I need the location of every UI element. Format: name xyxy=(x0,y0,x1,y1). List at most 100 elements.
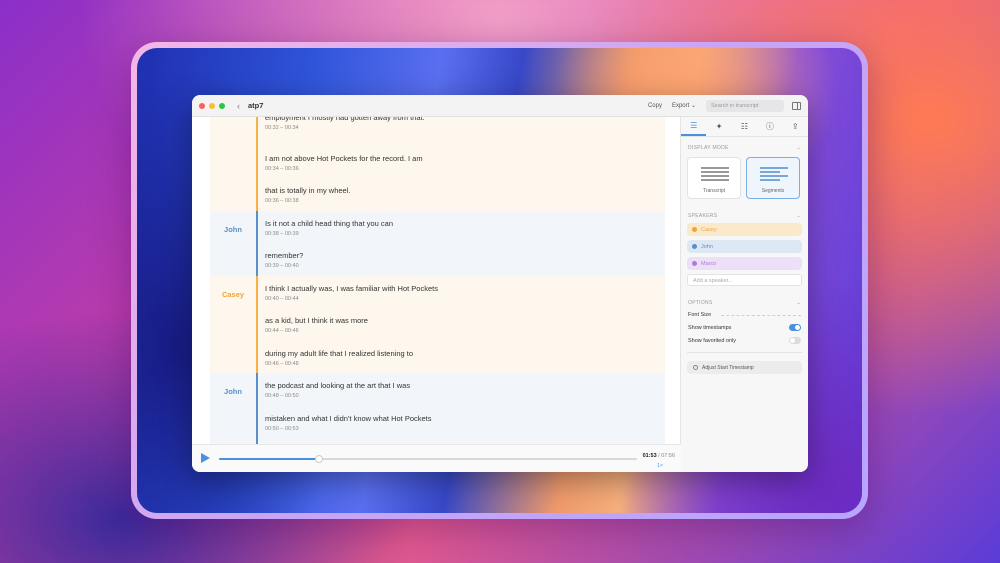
sparkle-icon: ✦ xyxy=(715,122,723,131)
app-window: ‹ atp7 Copy Export ⌄ Search in transcrip… xyxy=(192,95,808,472)
chevron-down-icon: ⌄ xyxy=(690,103,696,109)
copy-button[interactable]: Copy xyxy=(648,103,662,109)
tab-share[interactable]: ⇪ xyxy=(783,117,808,136)
scrubber-track[interactable] xyxy=(219,455,637,463)
transcript-segment[interactable]: John Is it not a child head thing that yo… xyxy=(210,210,665,276)
time-readout: 01:53 / 07:56 xyxy=(642,453,675,459)
lines-icon: ☰ xyxy=(690,121,698,130)
export-button[interactable]: Export ⌄ xyxy=(672,102,696,109)
line-text: that is totally in my wheel. xyxy=(265,186,351,195)
transcript-pane: employment I mostly had gotten away from… xyxy=(192,117,681,472)
transcript-line[interactable]: as a kid, but I think it was more 00:44 –… xyxy=(265,308,665,341)
mode-transcript-option[interactable]: Transcript xyxy=(687,157,741,199)
speaker-chip[interactable]: Casey xyxy=(687,223,802,236)
minimize-button[interactable] xyxy=(209,102,215,109)
device-frame: ‹ atp7 Copy Export ⌄ Search in transcrip… xyxy=(131,42,868,519)
tab-display[interactable]: ☰ xyxy=(681,117,707,136)
speech-bubbles-icon: ☷ xyxy=(740,122,749,131)
tab-info[interactable]: ⓘ xyxy=(757,117,782,136)
transcript-line[interactable]: remember? 00:39 – 00:40 xyxy=(265,243,665,276)
speaker-name[interactable] xyxy=(210,117,256,211)
line-timestamp: 00:44 – 00:46 xyxy=(265,328,299,334)
play-icon[interactable] xyxy=(201,453,210,463)
scrubber-handle[interactable] xyxy=(315,455,324,463)
transcript-segment[interactable]: employment I mostly had gotten away from… xyxy=(210,117,665,211)
transcript-list[interactable]: employment I mostly had gotten away from… xyxy=(210,117,665,444)
window-title: atp7 xyxy=(248,101,264,110)
speaker-name[interactable]: John xyxy=(210,373,256,444)
transcript-line[interactable]: the podcast and looking at the art that … xyxy=(265,373,665,406)
line-text: during my adult life that I realized lis… xyxy=(265,348,413,358)
font-size-slider[interactable] xyxy=(721,314,801,316)
chevron-down-icon: ⌄ xyxy=(796,213,801,219)
speaker-chip-label: Casey xyxy=(701,226,717,233)
line-text: mistaken and what I didn't know what Hot… xyxy=(265,413,432,423)
speaker-name[interactable]: John xyxy=(210,211,256,276)
tab-enhance[interactable]: ✦ xyxy=(706,117,731,136)
line-timestamp: 00:48 – 00:50 xyxy=(265,393,299,399)
current-time: 01:53 xyxy=(642,453,657,459)
line-text: I think I actually was, I was familiar w… xyxy=(265,283,438,293)
speakers-header[interactable]: SPEAKERS ⌄ xyxy=(681,213,808,219)
scrubber-progress xyxy=(219,458,320,460)
font-size-label: Font Size xyxy=(688,312,712,318)
speakers-title: SPEAKERS xyxy=(688,213,718,219)
speaker-color-dot-icon xyxy=(692,227,697,232)
line-text: employment I mostly had gotten away from… xyxy=(265,117,425,122)
audio-player: 01:53 / 07:56 1× xyxy=(192,444,681,472)
title-bar: ‹ atp7 Copy Export ⌄ Search in transcrip… xyxy=(192,95,808,117)
sidebar-toggle-icon[interactable] xyxy=(792,101,801,110)
transcript-line[interactable]: I think I actually was, I was familiar w… xyxy=(265,276,665,309)
show-timestamps-toggle[interactable] xyxy=(789,324,801,331)
speaker-name[interactable]: Casey xyxy=(210,276,256,374)
back-chevron-icon[interactable]: ‹ xyxy=(237,101,240,111)
transcript-line[interactable]: Is it not a child head thing that you ca… xyxy=(265,211,665,244)
line-text: I am not above Hot Pockets for the recor… xyxy=(265,153,423,163)
traffic-lights xyxy=(199,102,225,109)
transcript-segment[interactable]: Casey I think I actually was, I was famil… xyxy=(210,275,665,374)
show-timestamps-label: Show timestamps xyxy=(688,324,732,331)
display-mode-options: Transcript Segments xyxy=(681,151,808,199)
line-timestamp: 00:38 – 00:39 xyxy=(265,230,299,237)
transcript-line[interactable]: during my adult life that I realized lis… xyxy=(265,341,665,374)
segment-lines: I think I actually was, I was familiar w… xyxy=(256,275,665,374)
tab-speakers[interactable]: ☷ xyxy=(732,117,757,136)
segment-lines: Is it not a child head thing that you ca… xyxy=(256,210,665,276)
line-text: the podcast and looking at the art that … xyxy=(265,381,411,390)
line-timestamp: 00:50 – 00:53 xyxy=(265,425,299,432)
chevron-down-icon: ⌄ xyxy=(796,300,801,306)
adjust-label: Adjust Start Timestamp xyxy=(702,364,754,371)
playback-speed[interactable]: 1× xyxy=(657,463,663,469)
line-text: Is it not a child head thing that you ca… xyxy=(265,218,394,228)
speaker-chip[interactable]: John xyxy=(687,240,802,253)
show-favorited-toggle[interactable] xyxy=(789,337,801,344)
transcript-segment[interactable]: John the podcast and looking at the art t… xyxy=(210,373,665,444)
adjust-start-timestamp-button[interactable]: Adjust Start Timestamp xyxy=(687,361,802,374)
transcript-line[interactable]: I am not above Hot Pockets for the recor… xyxy=(265,146,665,179)
zoom-button[interactable] xyxy=(219,102,225,109)
export-label: Export xyxy=(671,103,690,109)
display-mode-title: DISPLAY MODE xyxy=(688,145,729,151)
segments-layout-icon xyxy=(760,167,788,183)
transcript-line[interactable]: that is totally in my wheel. 00:36 – 00:3… xyxy=(265,178,665,211)
add-speaker-input[interactable]: Add a speaker... xyxy=(687,274,802,286)
speaker-chip-label: Marco xyxy=(701,260,717,267)
transcript-line[interactable]: employment I mostly had gotten away from… xyxy=(265,117,665,146)
share-icon: ⇪ xyxy=(791,122,799,131)
transcript-line[interactable]: mistaken and what I didn't know what Hot… xyxy=(265,406,665,439)
font-size-option: Font Size xyxy=(681,312,808,318)
options-header[interactable]: OPTIONS ⌄ xyxy=(681,300,808,306)
sidebar-tabs: ☰ ✦ ☷ ⓘ ⇪ xyxy=(681,117,808,137)
speaker-list: Casey John Marco xyxy=(681,223,808,270)
close-button[interactable] xyxy=(199,102,205,109)
mode-segments-option[interactable]: Segments xyxy=(746,157,800,199)
show-favorited-option: Show favorited only xyxy=(681,337,808,344)
speaker-chip[interactable]: Marco xyxy=(687,257,802,270)
line-timestamp: 00:32 – 00:34 xyxy=(265,125,299,131)
search-input[interactable]: Search in transcript xyxy=(706,99,784,112)
total-time: 07:56 xyxy=(661,453,675,459)
speaker-chip-label: John xyxy=(701,243,713,250)
line-timestamp: 00:34 – 00:36 xyxy=(265,165,299,172)
speaker-color-dot-icon xyxy=(692,244,697,249)
line-timestamp: 00:40 – 00:44 xyxy=(265,295,299,302)
